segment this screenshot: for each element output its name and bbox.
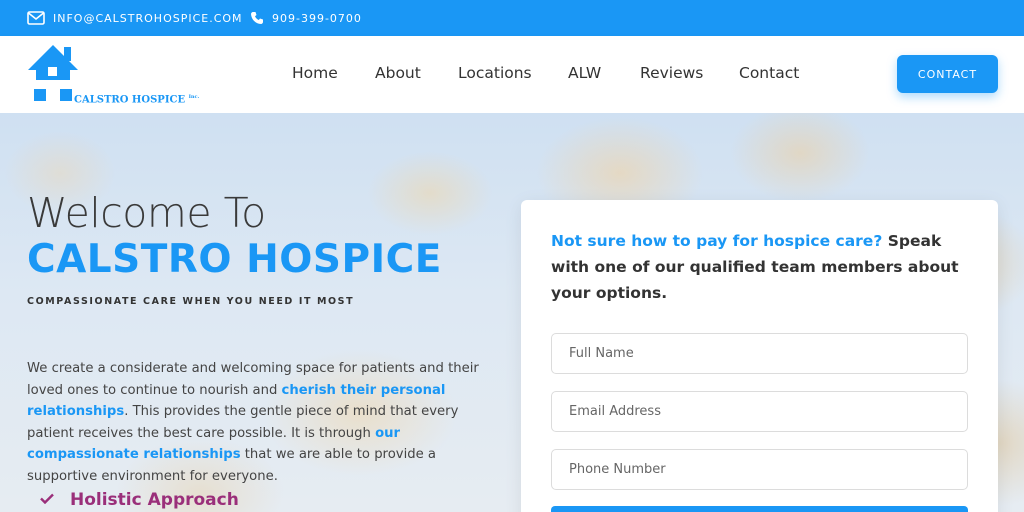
form-question: Not sure how to pay for hospice care? Sp… <box>551 232 959 302</box>
full-name-input[interactable] <box>551 333 968 374</box>
nav-locations[interactable]: Locations <box>458 64 532 82</box>
envelope-icon <box>27 11 45 25</box>
submit-button[interactable] <box>551 506 968 512</box>
topbar-phone-text: 909-399-0700 <box>272 11 362 25</box>
feature-label: Holistic Approach <box>70 490 239 510</box>
nav-reviews[interactable]: Reviews <box>640 64 703 82</box>
email-input[interactable] <box>551 391 968 432</box>
hero-section: Welcome To CALSTRO HOSPICE COMPASSIONATE… <box>0 113 1024 512</box>
contact-form-card: Not sure how to pay for hospice care? Sp… <box>521 200 998 512</box>
phone-input[interactable] <box>551 449 968 490</box>
site-logo[interactable]: CALSTRO HOSPICE Inc. <box>26 44 206 108</box>
nav-alw[interactable]: ALW <box>568 64 601 82</box>
form-question-highlight: Not sure how to pay for hospice care? <box>551 232 883 250</box>
phone-icon <box>250 11 264 25</box>
topbar-email-text: INFO@CALSTROHOSPICE.COM <box>53 11 243 25</box>
tagline: COMPASSIONATE CARE WHEN YOU NEED IT MOST <box>27 296 355 307</box>
contact-button[interactable]: CONTACT <box>897 55 998 93</box>
topbar-email-link[interactable]: INFO@CALSTROHOSPICE.COM <box>27 0 243 36</box>
top-contact-bar: INFO@CALSTROHOSPICE.COM 909-399-0700 <box>0 0 1024 36</box>
brand-heading: CALSTRO HOSPICE <box>27 237 442 282</box>
nav-home[interactable]: Home <box>292 64 338 82</box>
topbar-phone-link[interactable]: 909-399-0700 <box>250 0 362 36</box>
site-header: CALSTRO HOSPICE Inc. Home About Location… <box>0 36 1024 113</box>
intro-paragraph: We create a considerate and welcoming sp… <box>27 361 479 484</box>
nav-about[interactable]: About <box>375 64 421 82</box>
welcome-heading: Welcome To <box>27 189 266 237</box>
nav-contact[interactable]: Contact <box>739 64 799 82</box>
check-icon <box>40 492 54 508</box>
logo-text: CALSTRO HOSPICE Inc. <box>74 94 200 106</box>
feature-item: Holistic Approach <box>40 490 239 510</box>
